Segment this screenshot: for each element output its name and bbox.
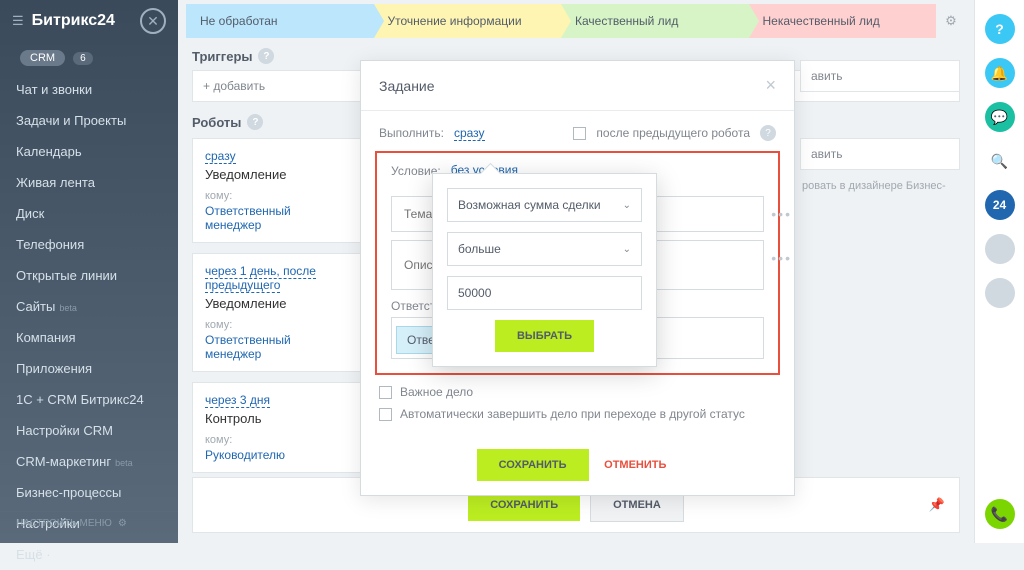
robot-card-3[interactable]: через 3 дня Контроль кому: Руководителю — [192, 382, 362, 473]
nav-tasks[interactable]: Задачи и Проекты — [0, 105, 178, 136]
cancel-button[interactable]: ОТМЕНИТЬ — [592, 449, 678, 481]
b24-icon[interactable]: 24 — [985, 190, 1015, 220]
nav-sites[interactable]: Сайтыbeta — [0, 291, 178, 322]
save-button[interactable]: СОХРАНИТЬ — [477, 449, 589, 481]
auto-complete-row[interactable]: Автоматически завершить дело при переход… — [379, 407, 776, 421]
nav-openlines[interactable]: Открытые линии — [0, 260, 178, 291]
field-select[interactable]: Возможная сумма сделки⌄ — [447, 188, 642, 222]
important-row[interactable]: Важное дело — [379, 385, 776, 399]
help-icon[interactable]: ? — [985, 14, 1015, 44]
modal-footer: СОХРАНИТЬ ОТМЕНИТЬ — [361, 435, 794, 495]
after-prev-checkbox[interactable] — [573, 127, 586, 140]
select-button[interactable]: ВЫБРАТЬ — [495, 320, 594, 352]
nav-disk[interactable]: Диск — [0, 198, 178, 229]
avatar-2[interactable] — [985, 278, 1015, 308]
right-add[interactable]: авить — [800, 60, 960, 92]
pin-icon[interactable]: 📌 — [929, 497, 945, 513]
chevron-down-icon: ⌄ — [623, 200, 631, 211]
help-icon[interactable]: ? — [258, 48, 274, 64]
chevron-down-icon: ⌄ — [623, 244, 631, 255]
right-rail: ? 🔔 💬 🔍 24 📞 — [974, 0, 1024, 543]
nav-more[interactable]: Ещё · — [0, 539, 178, 570]
help-icon[interactable]: ? — [760, 125, 776, 141]
task-modal: Задание × Выполнить: сразу после предыду… — [360, 60, 795, 496]
nav-bp[interactable]: Бизнес-процессы — [0, 477, 178, 508]
condition-popup: Возможная сумма сделки⌄ больше⌄ 50000 ВЫ… — [432, 173, 657, 367]
stage-gear-icon[interactable]: ⚙ — [936, 4, 966, 38]
crm-count: 6 — [73, 52, 93, 65]
hamburger-icon[interactable]: ☰ — [12, 13, 24, 29]
avatar-1[interactable] — [985, 234, 1015, 264]
nav-calendar[interactable]: Календарь — [0, 136, 178, 167]
crm-badge[interactable]: CRM 6 — [8, 46, 170, 70]
execute-row: Выполнить: сразу после предыдущего робот… — [379, 125, 776, 141]
nav-chat[interactable]: Чат и звонки — [0, 74, 178, 105]
help-icon[interactable]: ? — [247, 114, 263, 130]
stage-tab-1[interactable]: Не обработан — [186, 4, 374, 38]
modal-header: Задание × — [361, 61, 794, 111]
nav-crm-settings[interactable]: Настройки CRM — [0, 415, 178, 446]
nav-apps[interactable]: Приложения — [0, 353, 178, 384]
close-icon[interactable]: × — [765, 75, 776, 96]
chat-icon[interactable]: 💬 — [985, 102, 1015, 132]
stage-tabs: Не обработан Уточнение информации Качест… — [186, 4, 966, 38]
phone-icon[interactable]: 📞 — [985, 499, 1015, 529]
stage-tab-2[interactable]: Уточнение информации — [374, 4, 562, 38]
nav-telephony[interactable]: Телефония — [0, 229, 178, 260]
sidebar-footer[interactable]: НАСТРОИТЬ МЕНЮ⚙ — [0, 511, 178, 535]
operator-select[interactable]: больше⌄ — [447, 232, 642, 266]
condition-highlight-box: Условие: без условия ••• ••• Ответстве О… — [375, 151, 780, 375]
right-note: ровать в дизайнере Бизнес- — [800, 176, 960, 196]
search-icon[interactable]: 🔍 — [985, 146, 1015, 176]
execute-link[interactable]: сразу — [454, 126, 485, 141]
nav-company[interactable]: Компания — [0, 322, 178, 353]
close-icon[interactable]: ✕ — [140, 8, 166, 34]
right-add-2[interactable]: авить — [800, 138, 960, 170]
sidebar: ☰ Битрикс24 ✕ CRM 6 Чат и звонки Задачи … — [0, 0, 178, 543]
more-icon[interactable]: ••• — [771, 206, 792, 222]
robot-card-1[interactable]: сразу Уведомление кому: Ответственный ме… — [192, 138, 362, 243]
logo: Битрикс24 — [32, 12, 115, 30]
value-input[interactable]: 50000 — [447, 276, 642, 310]
stage-tab-4[interactable]: Некачественный лид — [749, 4, 937, 38]
more-icon[interactable]: ••• — [771, 250, 792, 266]
nav-1c[interactable]: 1С + CRM Битрикс24 — [0, 384, 178, 415]
modal-title: Задание — [379, 78, 435, 94]
sidebar-header: ☰ Битрикс24 ✕ — [0, 0, 178, 42]
robot-card-2[interactable]: через 1 день, после предыдущего Уведомле… — [192, 253, 362, 372]
crm-label: CRM — [20, 50, 65, 66]
bell-icon[interactable]: 🔔 — [985, 58, 1015, 88]
nav-crm-marketing[interactable]: CRM-маркетингbeta — [0, 446, 178, 477]
stage-tab-3[interactable]: Качественный лид — [561, 4, 749, 38]
right-column: авить авить ровать в дизайнере Бизнес- — [800, 60, 960, 196]
gear-icon: ⚙ — [118, 518, 127, 529]
nav-feed[interactable]: Живая лента — [0, 167, 178, 198]
